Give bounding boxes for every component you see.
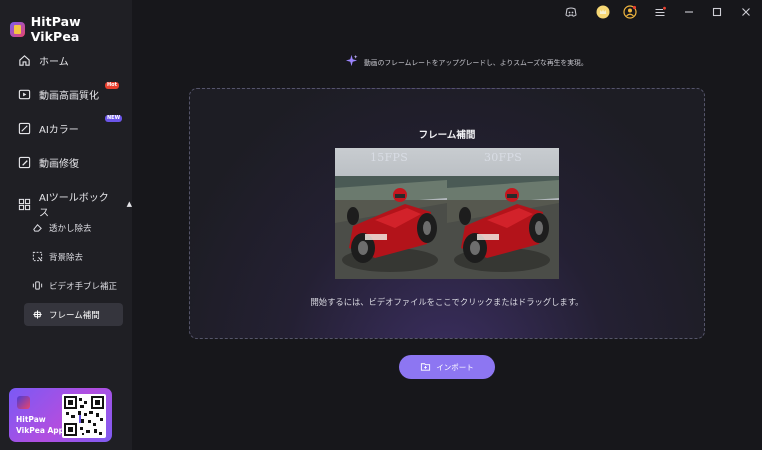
fps-label-right: 30FPS <box>484 151 523 164</box>
hot-badge: Hot <box>105 82 120 89</box>
close-icon[interactable] <box>739 5 753 19</box>
frame-interpolation-icon <box>32 309 43 320</box>
preview-right: 30FPS <box>447 148 559 279</box>
app-name: HitPaw VikPea <box>30 14 81 44</box>
stabilize-icon <box>32 280 43 291</box>
mobile-app-promo[interactable]: HitPaw VikPea App <box>9 388 112 442</box>
fps-comparison-preview: 15FPS 30FPS <box>335 148 559 279</box>
background-remove-icon <box>32 251 43 262</box>
discord-icon[interactable] <box>564 5 578 19</box>
sidebar-item-label: ホーム <box>39 57 69 68</box>
title-bar <box>532 0 762 24</box>
app-brand: HitPaw VikPea <box>10 14 132 44</box>
minimize-icon[interactable] <box>682 5 696 19</box>
sparkle-icon <box>345 54 358 69</box>
subitem-label: 背景除去 <box>49 252 84 263</box>
sidebar-item-label: AIツールボックス <box>39 193 109 219</box>
sidebar-item-ai-toolbox[interactable]: AIツールボックス ▲ <box>18 189 132 219</box>
toolbox-icon <box>18 198 31 211</box>
race-car-image <box>335 148 447 279</box>
promo-text: HitPaw VikPea App <box>16 415 65 435</box>
maximize-icon[interactable] <box>710 5 724 19</box>
sidebar-item-video-repair[interactable]: 動画修復 <box>18 155 79 170</box>
dropzone-title: フレーム補間 <box>418 130 476 141</box>
import-button[interactable]: インポート <box>399 355 495 379</box>
ai-color-icon <box>18 122 31 135</box>
sidebar: HitPaw VikPea ホーム 動画高画質化 Hot AIカラー NEW 動… <box>0 0 132 450</box>
sidebar-item-label: 動画高画質化 <box>39 91 99 102</box>
import-file-icon <box>420 361 431 374</box>
subitem-frame-interpolation[interactable]: フレーム補間 <box>24 303 123 326</box>
subitem-label: 透かし除去 <box>49 223 92 234</box>
subitem-label: ビデオ手ブレ補正 <box>49 281 118 292</box>
subitem-background-remove[interactable]: 背景除去 <box>24 245 123 268</box>
sidebar-item-label: AIカラー <box>39 125 79 136</box>
account-icon[interactable] <box>623 5 637 19</box>
video-repair-icon <box>18 156 31 169</box>
import-button-label: インポート <box>436 362 474 372</box>
subitem-label: フレーム補間 <box>49 310 100 321</box>
app-logo-icon <box>17 396 30 409</box>
subitem-watermark-remove[interactable]: 透かし除去 <box>24 216 123 239</box>
home-icon <box>18 54 31 67</box>
subitem-stabilize[interactable]: ビデオ手ブレ補正 <box>24 274 123 297</box>
crown-icon[interactable] <box>596 5 610 19</box>
hint-text: 動画のフレームレートをアップグレードし、よりスムーズな再生を実現。 <box>364 58 588 67</box>
fps-label-left: 15FPS <box>370 151 409 164</box>
video-drop-zone[interactable]: フレーム補間 15FPS 30FPS 開始するには、ビデオファイルをここでクリッ… <box>189 88 705 339</box>
feature-hint: 動画のフレームレートをアップグレードし、よりスムーズな再生を実現。 <box>345 54 588 69</box>
dropzone-description: 開始するには、ビデオファイルをここでクリックまたはドラッグします。 <box>310 297 584 307</box>
main-panel: 動画のフレームレートをアップグレードし、よりスムーズな再生を実現。 フレーム補間 <box>132 0 762 450</box>
preview-left: 15FPS <box>335 148 447 279</box>
new-badge: NEW <box>105 115 123 122</box>
qr-code <box>62 394 106 438</box>
sidebar-item-video-enhance[interactable]: 動画高画質化 <box>18 87 99 102</box>
sidebar-item-ai-color[interactable]: AIカラー <box>18 121 79 136</box>
menu-icon[interactable] <box>653 5 667 19</box>
sidebar-item-home[interactable]: ホーム <box>18 53 69 68</box>
sidebar-item-label: 動画修復 <box>39 159 79 170</box>
app-logo-icon <box>10 21 25 37</box>
video-enhance-icon <box>18 88 31 101</box>
eraser-icon <box>32 222 43 233</box>
race-car-image <box>447 148 559 279</box>
